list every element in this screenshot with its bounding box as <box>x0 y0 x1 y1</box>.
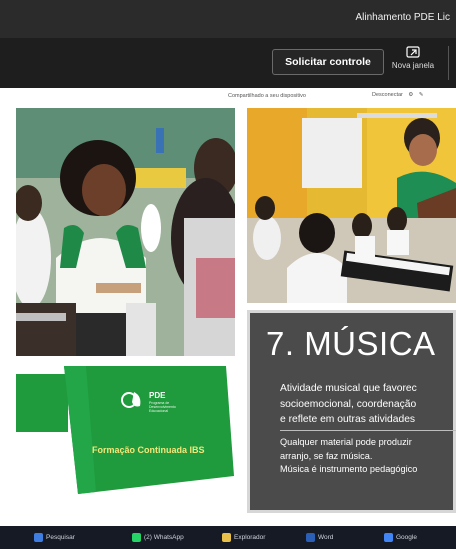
meeting-toolbar: Solicitar controle Nova janela <box>0 38 456 88</box>
course-title: Formação Continuada IBS <box>92 445 205 455</box>
paragraph-1-line: e reflete em outras atividades <box>280 414 416 425</box>
paragraph-1-line: socioemocional, coordenação <box>280 398 417 410</box>
paragraph-2-line: Qualquer material pode produzir <box>280 437 412 447</box>
pen-icon[interactable]: ✎ <box>419 92 424 98</box>
paragraph-2-line: arranjo, se faz música. <box>280 450 373 461</box>
topic-paragraph-2: Qualquer material pode produzir arranjo,… <box>280 436 456 477</box>
pde-logo-subtext: Programa de Desenvolvimento Educacional <box>149 401 176 413</box>
music-class-photo <box>247 108 456 303</box>
shared-screen: Compartilhado a seu dispositivo Desconec… <box>16 88 456 526</box>
paragraph-2-line: Música é instrumento pedagógico <box>280 464 418 474</box>
students-photo <box>16 108 235 356</box>
pde-logo-text: PDE <box>149 391 166 400</box>
paragraph-1-line: Atividade musical que favorec <box>280 383 417 394</box>
brand-block: PDE Programa de Desenvolvimento Educacio… <box>16 366 234 494</box>
taskbar-item[interactable]: Google <box>384 531 417 545</box>
toolbar-separator <box>448 46 456 80</box>
stop-share-button[interactable]: Desconectar <box>372 92 403 98</box>
pde-logo-icon <box>121 392 141 408</box>
screen: Alinhamento PDE Lic Solicitar controle N… <box>0 0 456 549</box>
share-actions: Desconectar ⚙ ✎ <box>368 92 424 98</box>
app-icon <box>222 532 231 542</box>
taskbar-item[interactable]: Pesquisar <box>34 531 75 545</box>
request-control-button[interactable]: Solicitar controle <box>272 49 384 75</box>
share-status-label: Compartilhado a seu dispositivo <box>228 93 306 99</box>
window-titlebar: Alinhamento PDE Lic <box>0 0 456 38</box>
app-icon <box>132 532 141 542</box>
topic-panel: 7. MÚSICA Atividade musical que favorec … <box>247 310 456 513</box>
settings-icon[interactable]: ⚙ <box>408 92 413 98</box>
topic-heading: 7. MÚSICA <box>266 325 436 362</box>
topic-paragraph-1: Atividade musical que favorec socioemoci… <box>280 381 456 428</box>
new-window-icon <box>406 46 420 58</box>
new-window-label: Nova janela <box>391 61 435 70</box>
panel-divider <box>280 430 456 431</box>
app-icon <box>306 532 315 542</box>
taskbar-item[interactable]: Word <box>306 531 333 545</box>
taskbar-item[interactable]: (2) WhatsApp <box>132 531 184 545</box>
taskbar-item[interactable]: Explorador <box>222 531 265 545</box>
window-title: Alinhamento PDE Lic <box>355 12 451 23</box>
app-icon <box>34 532 43 542</box>
new-window-button[interactable]: Nova janela <box>390 42 436 86</box>
app-icon <box>384 532 393 542</box>
share-strip: Compartilhado a seu dispositivo Desconec… <box>16 88 456 106</box>
os-taskbar: Pesquisar (2) WhatsApp Explorador Word G… <box>0 526 456 549</box>
